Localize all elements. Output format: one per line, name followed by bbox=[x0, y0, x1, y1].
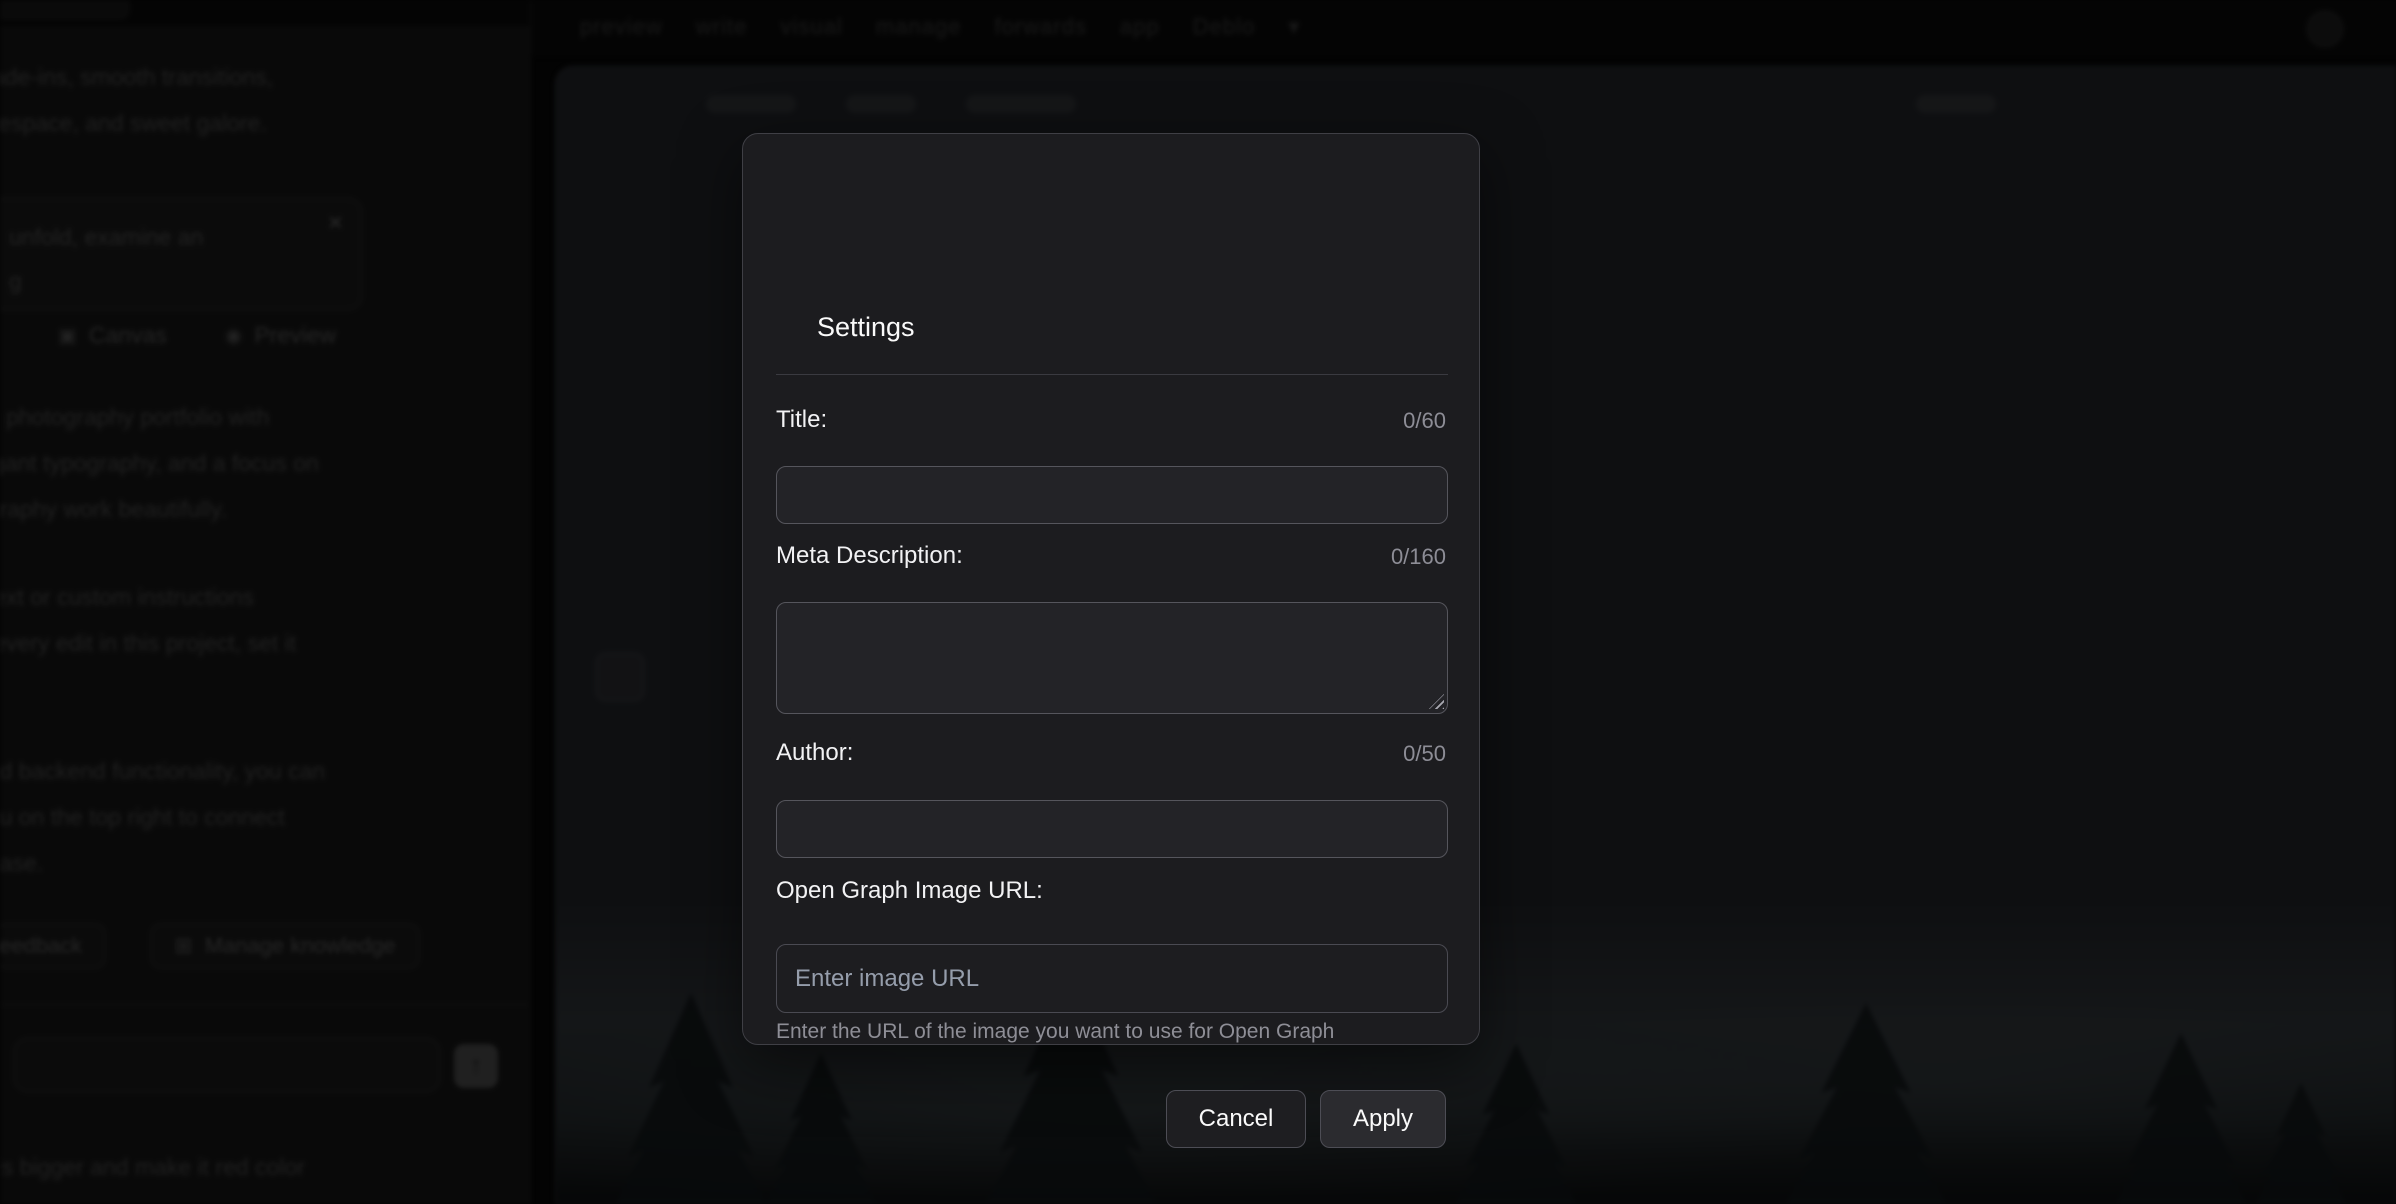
author-input[interactable] bbox=[776, 800, 1448, 858]
meta-description-label: Meta Description: bbox=[776, 542, 963, 570]
og-image-url-label: Open Graph Image URL: bbox=[776, 877, 1043, 905]
modal-actions: Cancel Apply bbox=[1166, 1090, 1446, 1148]
author-char-counter: 0/50 bbox=[1403, 741, 1446, 767]
title-input[interactable] bbox=[776, 466, 1448, 524]
title-char-counter: 0/60 bbox=[1403, 408, 1446, 434]
author-label: Author: bbox=[776, 739, 853, 767]
title-label: Title: bbox=[776, 406, 827, 434]
settings-modal: Settings Title: 0/60 Meta Description: 0… bbox=[742, 133, 1480, 1045]
modal-divider bbox=[776, 374, 1448, 375]
meta-description-textarea[interactable] bbox=[776, 602, 1448, 714]
meta-description-char-counter: 0/160 bbox=[1391, 544, 1446, 570]
og-image-url-helper: Enter the URL of the image you want to u… bbox=[776, 1020, 1334, 1044]
cancel-button[interactable]: Cancel bbox=[1166, 1090, 1306, 1148]
og-image-url-input[interactable] bbox=[776, 944, 1448, 1013]
modal-title: Settings bbox=[817, 312, 915, 343]
apply-button[interactable]: Apply bbox=[1320, 1090, 1446, 1148]
app-screen: preview write visual manage forwards app… bbox=[0, 0, 2396, 1204]
